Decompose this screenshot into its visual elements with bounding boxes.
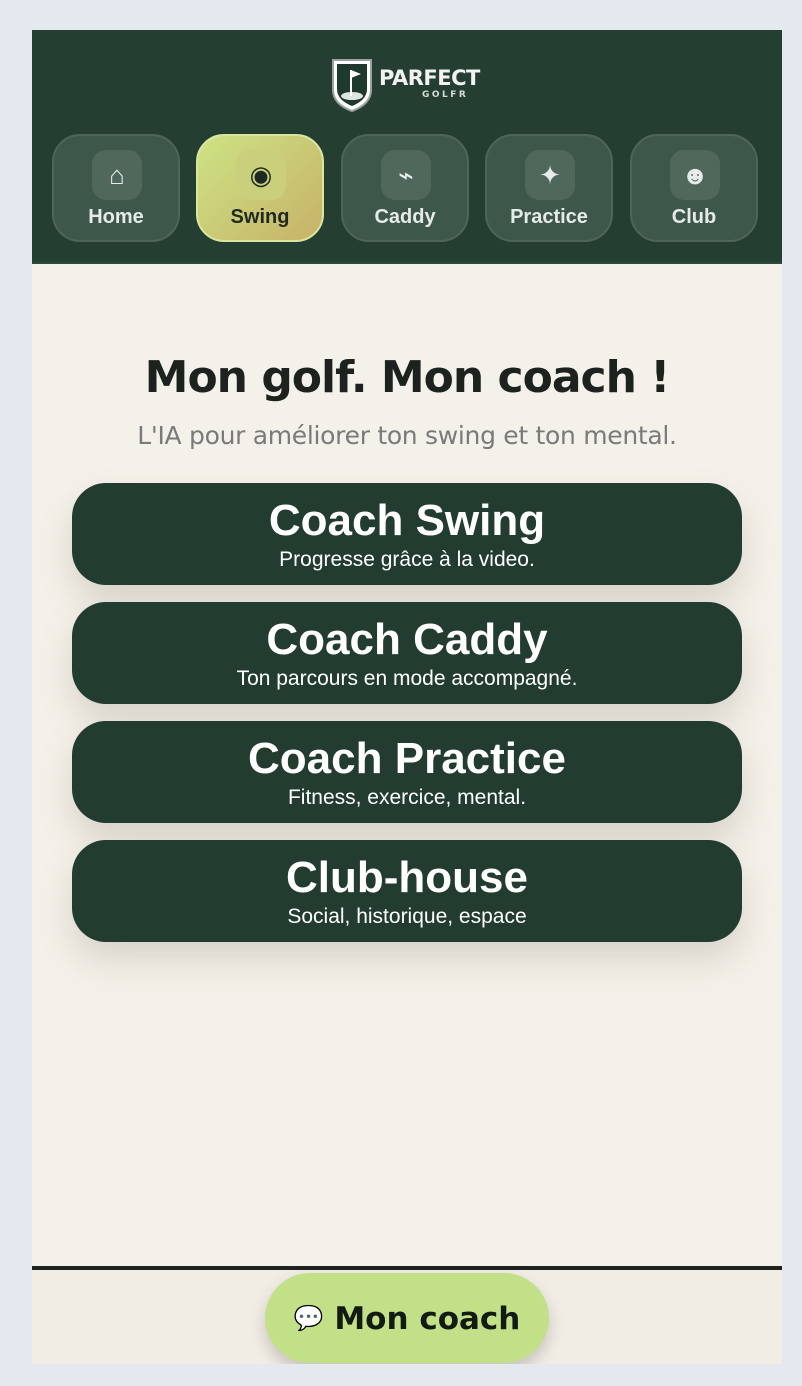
golf-shield-icon [332, 59, 372, 112]
nav-label-practice: Practice [510, 206, 588, 228]
mon-coach-button[interactable]: 💬 Mon coach [265, 1273, 549, 1363]
smiley-icon: ☻ [670, 150, 720, 200]
coach-practice-button[interactable]: Coach Practice Fitness, exercice, mental… [72, 721, 742, 823]
card-subtitle: Ton parcours en mode accompagné. [236, 667, 578, 690]
brand-subname: GOLFR [422, 90, 469, 100]
nav-label-home: Home [88, 206, 144, 228]
nav-item-caddy[interactable]: ⌁ Caddy [341, 134, 469, 242]
nav-item-practice[interactable]: ✦ Practice [485, 134, 613, 242]
club-house-button[interactable]: Club-house Social, historique, espace [72, 840, 742, 942]
card-subtitle: Progresse grâce à la video. [279, 548, 535, 571]
mon-coach-label: Mon coach [334, 1301, 521, 1337]
app-frame: PARFECT GOLFR ⌂ Home ◉ Swing ⌁ Caddy ✦ P… [32, 30, 782, 1364]
card-subtitle: Social, historique, espace [287, 905, 527, 928]
card-subtitle: Fitness, exercice, mental. [287, 786, 527, 809]
top-header: PARFECT GOLFR ⌂ Home ◉ Swing ⌁ Caddy ✦ P… [32, 30, 782, 264]
card-title: Coach Swing [268, 496, 546, 545]
card-title: Coach Practice [248, 734, 566, 783]
coach-swing-button[interactable]: Coach Swing Progresse grâce à la video. [72, 483, 742, 585]
nav-item-swing[interactable]: ◉ Swing [196, 134, 324, 242]
card-title: Coach Caddy [266, 615, 548, 664]
main-nav: ⌂ Home ◉ Swing ⌁ Caddy ✦ Practice ☻ Club [52, 134, 762, 246]
coach-caddy-button[interactable]: Coach Caddy Ton parcours en mode accompa… [72, 602, 742, 704]
page-title: Mon golf. Mon coach ! [144, 352, 671, 403]
nav-item-club[interactable]: ☻ Club [630, 134, 758, 242]
speech-bubble-icon: 💬 [293, 1304, 324, 1332]
target-icon: ◉ [236, 150, 286, 200]
nav-item-home[interactable]: ⌂ Home [52, 134, 180, 242]
brand-name: PARFECT [379, 66, 480, 90]
card-title: Club-house [286, 853, 528, 902]
nav-label-club: Club [671, 206, 717, 228]
sparkle-icon: ✦ [525, 150, 575, 200]
nav-label-swing: Swing [230, 206, 290, 228]
caddy-icon: ⌁ [381, 150, 431, 200]
brand-logo[interactable]: PARFECT GOLFR [330, 54, 490, 114]
house-icon: ⌂ [92, 150, 142, 200]
nav-label-caddy: Caddy [374, 206, 436, 228]
page-subtitle: L'IA pour améliorer ton swing et ton men… [137, 421, 677, 450]
